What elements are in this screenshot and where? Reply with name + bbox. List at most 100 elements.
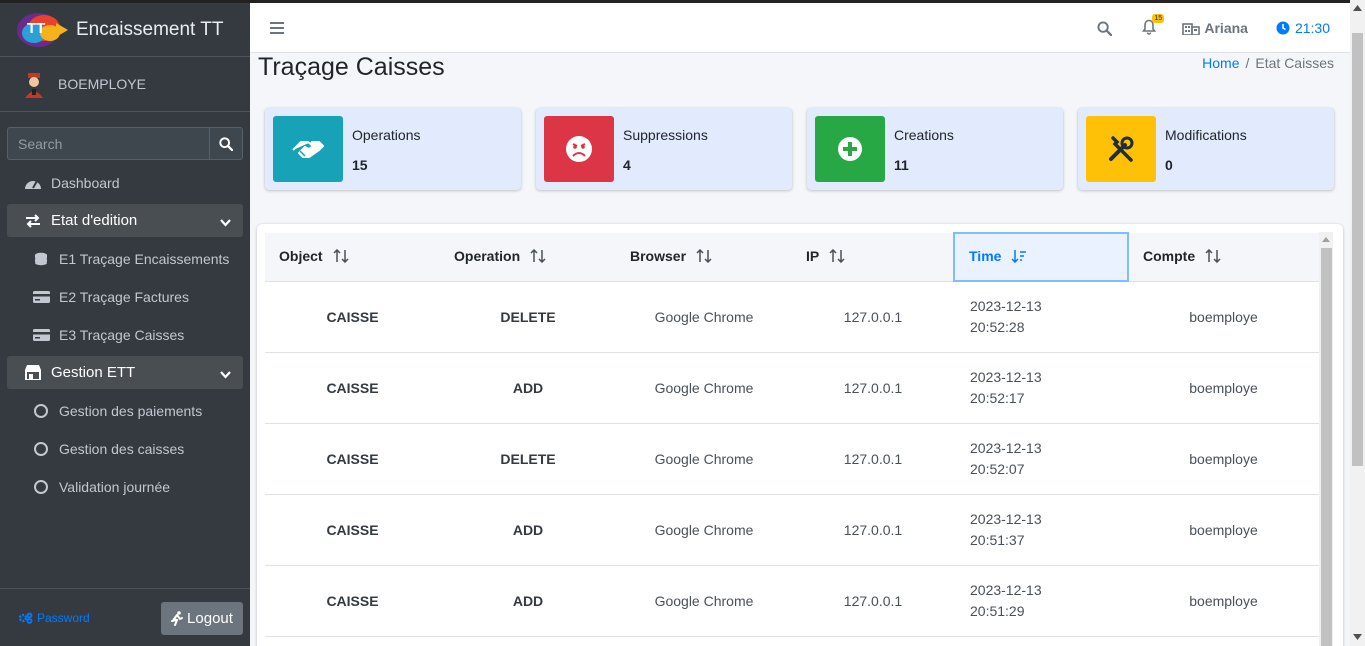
- sidebar-item-label: Gestion des paiements: [59, 402, 203, 419]
- cell-compte: boemploye: [1189, 592, 1258, 609]
- running-icon: [171, 610, 184, 626]
- building-icon: [1182, 23, 1201, 35]
- table-row[interactable]: CAISSE ADD Google Chrome 127.0.0.1 2023-…: [265, 352, 1319, 423]
- chevron-down-icon: [220, 214, 231, 230]
- cell-time: 2023-12-13 20:52:07: [970, 439, 1042, 477]
- stat-box-operations: Operations 15: [265, 108, 521, 190]
- user-panel[interactable]: BOEMPLOYE: [0, 57, 250, 112]
- stat-value: 4: [623, 157, 631, 173]
- angry-face-icon: [544, 116, 614, 182]
- sidebar-item-e1[interactable]: E1 Traçage Encaissements: [7, 242, 243, 275]
- page-title: Traçage Caisses: [258, 53, 445, 81]
- brand-link[interactable]: TT Encaissement TT: [0, 0, 250, 57]
- cell-ip: 127.0.0.1: [843, 379, 903, 396]
- stat-label: Modifications: [1165, 127, 1247, 143]
- password-link[interactable]: Password: [18, 611, 90, 625]
- location-indicator: Ariana: [1182, 20, 1248, 36]
- table-header-row: Object Operation Browser IP Time Compte: [265, 232, 1319, 282]
- column-header-browser[interactable]: Browser: [616, 233, 792, 282]
- cell-ip: 127.0.0.1: [843, 521, 903, 538]
- sidebar-nav: Dashboard Etat d'edition E1 Traçage Enca…: [0, 166, 250, 503]
- sort-icon: [829, 248, 845, 266]
- search-icon: [219, 136, 233, 151]
- sidebar-item-label: Dashboard: [51, 174, 120, 191]
- clock-indicator: 21:30: [1276, 20, 1330, 36]
- sidebar-item-paiements[interactable]: Gestion des paiements: [7, 394, 243, 427]
- cell-object: CAISSE: [326, 450, 379, 467]
- clock-icon: [1276, 21, 1290, 35]
- sidebar-item-e3[interactable]: E3 Traçage Caisses: [7, 318, 243, 351]
- sidebar-item-validation[interactable]: Validation journée: [7, 470, 243, 503]
- top-navbar: 15 Ariana 21:30: [250, 0, 1350, 53]
- cell-ip: 127.0.0.1: [843, 450, 903, 467]
- circle-icon: [34, 441, 48, 456]
- table-row[interactable]: CAISSE DELETE Google Chrome 127.0.0.1 20…: [265, 281, 1319, 352]
- search-button[interactable]: [209, 127, 243, 160]
- cell-operation: DELETE: [500, 450, 556, 467]
- table-row[interactable]: CAISSE ADD Google Chrome 127.0.0.1 2023-…: [265, 565, 1319, 636]
- cell-time: 2023-12-13 20:51:29: [970, 581, 1042, 619]
- logout-label: Logout: [187, 609, 233, 627]
- handshake-icon: [273, 116, 343, 182]
- search-icon[interactable]: [1094, 20, 1114, 36]
- credit-card-icon: [31, 289, 51, 305]
- exchange-icon: [23, 213, 43, 229]
- breadcrumb-home-link[interactable]: Home: [1202, 55, 1239, 71]
- notifications-button[interactable]: 15: [1142, 14, 1165, 37]
- sidebar-item-label: E2 Traçage Factures: [59, 288, 189, 305]
- stat-label: Creations: [894, 127, 954, 143]
- user-name: BOEMPLOYE: [58, 76, 146, 92]
- cell-object: CAISSE: [326, 379, 379, 396]
- sidebar: TT Encaissement TT BOEMPLOYE Dashb: [0, 0, 250, 646]
- column-header-ip[interactable]: IP: [792, 233, 954, 282]
- cell-browser: Google Chrome: [654, 521, 754, 538]
- menu-toggle-icon[interactable]: [270, 21, 284, 37]
- sidebar-item-label: E3 Traçage Caisses: [59, 326, 185, 343]
- table-row[interactable]: CAISSE ADD Google Chrome 127.0.0.1 2023-…: [265, 494, 1319, 565]
- coins-icon: [31, 251, 51, 267]
- cell-object: CAISSE: [326, 592, 379, 609]
- sidebar-item-dashboard[interactable]: Dashboard: [7, 166, 243, 199]
- logs-table: Object Operation Browser IP Time Compte …: [265, 232, 1319, 637]
- cell-object: CAISSE: [326, 521, 379, 538]
- page-scrollbar[interactable]: [1350, 0, 1365, 646]
- column-header-operation[interactable]: Operation: [440, 233, 616, 282]
- avatar: [20, 70, 48, 98]
- cell-compte: boemploye: [1189, 308, 1258, 325]
- notification-badge: 15: [1152, 14, 1165, 23]
- sort-icon: [530, 248, 546, 266]
- table-row[interactable]: CAISSE DELETE Google Chrome 127.0.0.1 20…: [265, 423, 1319, 494]
- sidebar-item-label: Validation journée: [59, 478, 171, 495]
- stat-box-creations: Creations 11: [807, 108, 1063, 190]
- sidebar-item-gestion-ett[interactable]: Gestion ETT: [7, 356, 243, 389]
- cell-ip: 127.0.0.1: [843, 592, 903, 609]
- stat-label: Operations: [352, 127, 421, 143]
- table-scrollbar-thumb[interactable]: [1321, 248, 1332, 646]
- sidebar-item-e2[interactable]: E2 Traçage Factures: [7, 280, 243, 313]
- logout-button[interactable]: Logout: [161, 601, 243, 635]
- cell-time: 2023-12-13 20:51:37: [970, 510, 1042, 548]
- cell-time: 2023-12-13 20:52:17: [970, 368, 1042, 406]
- table-scrollbar[interactable]: [1319, 232, 1333, 646]
- stat-label: Suppressions: [623, 127, 708, 143]
- breadcrumb-current: Etat Caisses: [1255, 55, 1334, 71]
- cell-object: CAISSE: [326, 308, 379, 325]
- breadcrumb: Home / Etat Caisses: [1202, 55, 1334, 71]
- cell-compte: boemploye: [1189, 379, 1258, 396]
- sidebar-item-label: E1 Traçage Encaissements: [59, 250, 230, 267]
- sidebar-item-label: Gestion ETT: [51, 364, 136, 381]
- column-header-compte[interactable]: Compte: [1128, 233, 1319, 282]
- column-header-object[interactable]: Object: [265, 233, 440, 282]
- search-input[interactable]: [7, 127, 209, 160]
- sidebar-item-label: Gestion des caisses: [59, 440, 185, 457]
- circle-icon: [34, 479, 48, 494]
- cell-browser: Google Chrome: [654, 379, 754, 396]
- cell-browser: Google Chrome: [654, 308, 754, 325]
- page-scrollbar-thumb[interactable]: [1352, 33, 1363, 466]
- circle-icon: [34, 403, 48, 418]
- table-card: Object Operation Browser IP Time Compte …: [257, 224, 1343, 646]
- sidebar-item-etat-edition[interactable]: Etat d'edition: [7, 204, 243, 237]
- column-header-time[interactable]: Time: [953, 232, 1129, 282]
- sidebar-footer: Password Logout: [0, 588, 250, 646]
- sidebar-item-caisses[interactable]: Gestion des caisses: [7, 432, 243, 465]
